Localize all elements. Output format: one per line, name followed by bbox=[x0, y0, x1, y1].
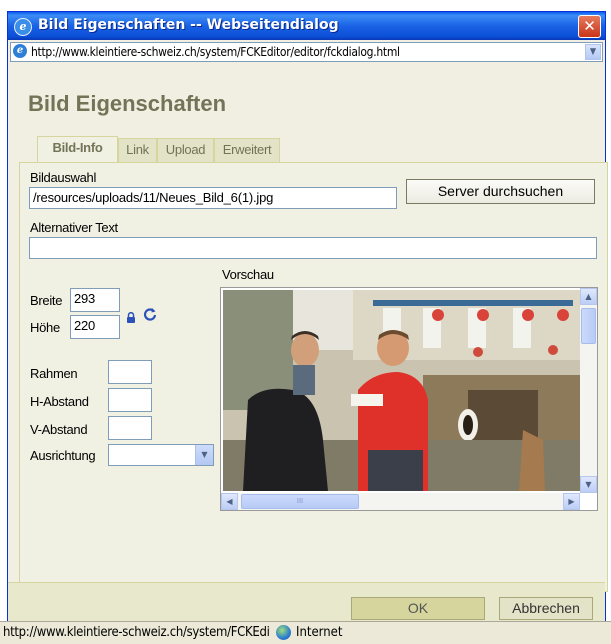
alt-text-input[interactable] bbox=[29, 237, 597, 259]
h-abstand-input[interactable] bbox=[108, 388, 152, 412]
title-bar[interactable]: e Bild Eigenschaften -- Webseitendialog … bbox=[8, 12, 605, 40]
hoehe-label: Höhe bbox=[30, 320, 60, 335]
vorschau-label: Vorschau bbox=[222, 267, 274, 282]
alt-text-label: Alternativer Text bbox=[30, 220, 118, 235]
tab-link[interactable]: Link bbox=[118, 138, 157, 162]
hoehe-input[interactable]: 220 bbox=[70, 315, 120, 339]
ausrichtung-label: Ausrichtung bbox=[30, 448, 96, 463]
scroll-right-icon[interactable]: ▶ bbox=[563, 493, 580, 510]
dialog-window: e Bild Eigenschaften -- Webseitendialog … bbox=[7, 11, 608, 631]
v-abstand-input[interactable] bbox=[108, 416, 152, 440]
tab-erweitert[interactable]: Erweitert bbox=[214, 138, 280, 162]
preview-vertical-scrollbar[interactable]: ▲ ▼ bbox=[580, 288, 597, 493]
bildauswahl-input[interactable]: /resources/uploads/11/Neues_Bild_6(1).jp… bbox=[29, 187, 397, 209]
preview-image bbox=[223, 290, 580, 491]
server-durchsuchen-button[interactable]: Server durchsuchen bbox=[406, 179, 595, 204]
ok-button[interactable]: OK bbox=[351, 597, 485, 620]
globe-icon bbox=[276, 625, 291, 640]
tab-bild-info[interactable]: Bild-Info bbox=[37, 136, 118, 163]
breite-input[interactable]: 293 bbox=[70, 288, 120, 312]
address-url[interactable]: http://www.kleintiere-schweiz.ch/system/… bbox=[31, 45, 400, 59]
vertical-scroll-thumb[interactable] bbox=[581, 308, 596, 344]
preview-pane[interactable]: ▲ ▼ ◀ III ▶ bbox=[220, 287, 598, 511]
horizontal-scroll-thumb[interactable]: III bbox=[241, 494, 359, 509]
page-icon: e bbox=[13, 44, 27, 58]
address-bar[interactable]: e http://www.kleintiere-schweiz.ch/syste… bbox=[10, 42, 603, 62]
ie-icon: e bbox=[14, 18, 32, 36]
scroll-down-icon[interactable]: ▼ bbox=[580, 476, 597, 493]
dialog-heading: Bild Eigenschaften bbox=[28, 91, 227, 116]
preview-horizontal-scrollbar[interactable]: ◀ III ▶ bbox=[221, 493, 580, 510]
h-abstand-label: H-Abstand bbox=[30, 394, 89, 409]
close-button[interactable]: ✕ bbox=[578, 15, 601, 38]
reset-size-icon[interactable] bbox=[143, 306, 157, 321]
chevron-down-icon[interactable]: ▼ bbox=[195, 445, 213, 465]
breite-label: Breite bbox=[30, 293, 63, 308]
cancel-button[interactable]: Abbrechen bbox=[499, 597, 593, 620]
status-bar: http://www.kleintiere-schweiz.ch/system/… bbox=[0, 621, 611, 644]
status-url: http://www.kleintiere-schweiz.ch/system/… bbox=[3, 625, 270, 640]
bildauswahl-label: Bildauswahl bbox=[30, 170, 97, 185]
rahmen-label: Rahmen bbox=[30, 366, 78, 381]
lock-icon[interactable] bbox=[126, 308, 136, 323]
window-title: Bild Eigenschaften -- Webseitendialog bbox=[38, 17, 339, 33]
security-zone: Internet bbox=[296, 625, 343, 640]
tab-upload[interactable]: Upload bbox=[157, 138, 214, 162]
address-dropdown-icon[interactable]: ▼ bbox=[585, 44, 601, 60]
scroll-up-icon[interactable]: ▲ bbox=[580, 288, 597, 305]
rahmen-input[interactable] bbox=[108, 360, 152, 384]
ausrichtung-select[interactable]: ▼ bbox=[108, 444, 214, 466]
scroll-left-icon[interactable]: ◀ bbox=[221, 493, 238, 510]
v-abstand-label: V-Abstand bbox=[30, 422, 88, 437]
